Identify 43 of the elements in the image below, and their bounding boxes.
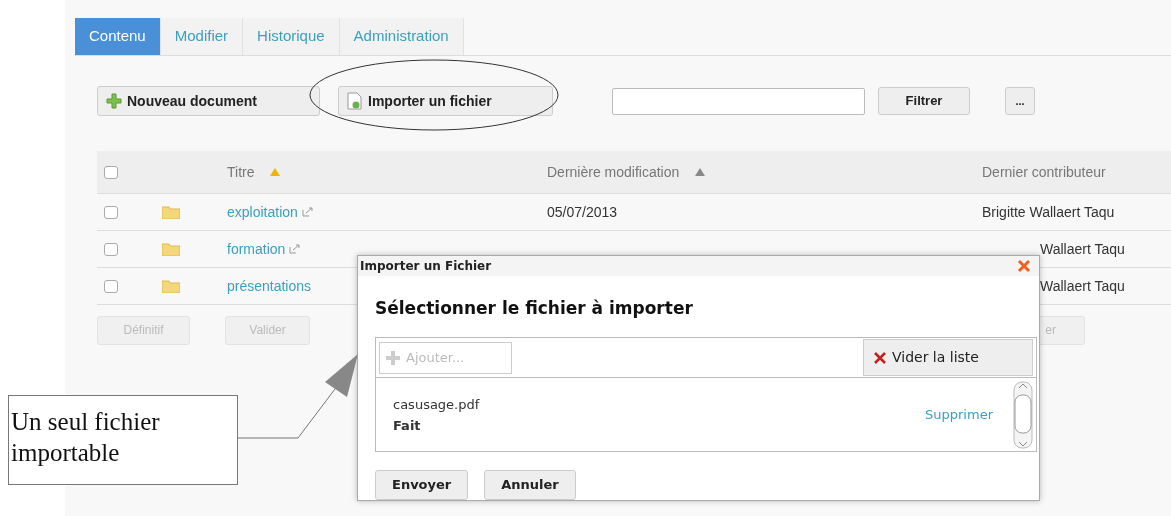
tab[interactable]: Contenu	[75, 18, 161, 55]
contributor-cell: Brigitte Wallaert Taqu	[982, 203, 1115, 220]
checkbox[interactable]	[104, 205, 118, 219]
cancel-button[interactable]: Annuler	[484, 470, 576, 500]
sort-arrow-icon[interactable]	[695, 168, 706, 176]
dialog-title: Importer un Fichier	[360, 257, 492, 275]
tab[interactable]: Administration	[339, 18, 464, 55]
remove-link[interactable]: Supprimer	[925, 404, 993, 425]
title-link[interactable]: exploitation	[227, 201, 298, 223]
contributor-cell: Wallaert Taqu	[1040, 240, 1125, 257]
folder-icon	[162, 205, 180, 219]
folder-icon	[162, 242, 180, 256]
new-document-button[interactable]: Nouveau document	[97, 86, 320, 116]
folder-icon	[162, 279, 180, 293]
document-icon	[347, 92, 363, 110]
close-icon	[874, 351, 886, 364]
file-name: casusage.pdf	[393, 395, 480, 414]
clear-list-button[interactable]: Vider la liste	[863, 339, 1033, 376]
tab[interactable]: Historique	[243, 18, 340, 55]
column-header[interactable]: Dernière modification	[547, 161, 680, 183]
dialog-heading: Sélectionner le fichier à importer	[375, 296, 694, 320]
send-button[interactable]: Envoyer	[375, 470, 469, 500]
more-button[interactable]: ...	[1005, 87, 1035, 115]
import-file-button[interactable]: Importer un fichier	[338, 86, 553, 116]
checkbox[interactable]	[104, 242, 118, 256]
sort-arrow-icon[interactable]	[270, 168, 281, 176]
close-icon[interactable]	[1017, 258, 1031, 273]
title-link[interactable]: présentations	[227, 275, 312, 297]
tab[interactable]: Modifier	[160, 18, 244, 55]
scrollbar[interactable]	[1013, 380, 1033, 449]
checkbox[interactable]	[104, 165, 118, 179]
contributor-cell: Wallaert Taqu	[1040, 277, 1125, 294]
plus-icon	[386, 350, 400, 365]
title-link[interactable]: formation	[227, 238, 286, 260]
filter-button[interactable]: Filtrer	[878, 87, 970, 115]
filter-field[interactable]	[612, 87, 865, 115]
upload-status: Fait	[393, 416, 422, 435]
checkbox[interactable]	[104, 279, 118, 293]
date-cell: 05/07/2013	[547, 203, 618, 220]
callout-box: Un seul fichier importable	[8, 395, 238, 485]
plus-icon	[106, 93, 122, 109]
column-header[interactable]: Dernier contributeur	[982, 161, 1106, 183]
column-header[interactable]: Titre	[227, 161, 255, 183]
